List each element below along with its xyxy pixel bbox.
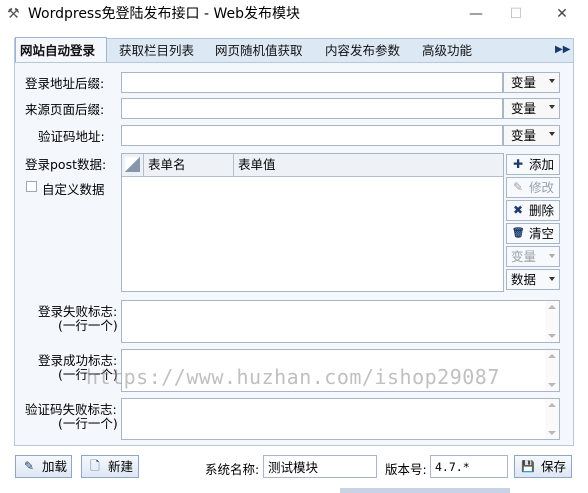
custom-data-label: 自定义数据 [42, 182, 105, 197]
scrollbar[interactable] [545, 350, 559, 391]
combo-label: 变量 [511, 101, 537, 116]
clear-button-label: 清空 [529, 226, 555, 241]
chevron-down-icon [549, 132, 555, 136]
chevron-down-icon [549, 79, 555, 83]
window-bottom-edge [340, 488, 510, 493]
add-button-label: 添加 [529, 157, 555, 172]
title-bar: ⚒ Wordpress免登陆发布接口 - Web发布模块 — ☐ ✕ [0, 0, 588, 30]
captcha-url-label: 验证码地址: [38, 129, 105, 144]
chevron-down-icon [549, 254, 555, 258]
scroll-up-icon[interactable] [548, 403, 556, 407]
tab-publish-params[interactable]: 内容发布参数 [321, 39, 404, 62]
edit-button[interactable]: ✎ 修改 [506, 177, 560, 198]
tab-get-columns[interactable]: 获取栏目列表 [115, 39, 198, 62]
source-suffix-label: 来源页面后缀: [25, 102, 105, 117]
trash-icon: 🗑 [512, 228, 525, 239]
captcha-fail-textarea[interactable] [121, 398, 560, 440]
scroll-up-icon[interactable] [548, 305, 556, 309]
grid-corner-select[interactable] [122, 154, 144, 176]
scroll-down-icon[interactable] [548, 383, 556, 387]
version-input[interactable] [430, 455, 508, 478]
login-suffix-variable-combo[interactable]: 变量 [503, 72, 560, 93]
data-dropdown-button[interactable]: 数据 [506, 269, 560, 290]
data-button-label: 数据 [511, 272, 537, 287]
cross-icon: ✖ [512, 203, 524, 217]
combo-label: 变量 [511, 128, 537, 143]
chevron-down-icon [549, 277, 555, 281]
system-name-label: 系统名称: [205, 462, 260, 477]
new-button[interactable]: 🗋 新建 [81, 455, 139, 478]
post-data-grid[interactable]: 表单名 表单值 [121, 153, 504, 292]
edit-button-label: 修改 [529, 180, 555, 195]
load-button-label: 加载 [42, 459, 68, 474]
save-button-label: 保存 [541, 459, 567, 474]
combo-label: 变量 [511, 75, 537, 90]
tools-icon: ⚒ [7, 6, 20, 22]
custom-data-checkbox[interactable] [26, 181, 37, 192]
load-button[interactable]: ✎ 加载 [15, 455, 72, 478]
captcha-url-variable-combo[interactable]: 变量 [503, 125, 560, 146]
chevron-down-icon [549, 105, 555, 109]
tab-advanced[interactable]: 高级功能 [418, 39, 476, 62]
clear-button[interactable]: 🗑 清空 [506, 223, 560, 244]
variable-button-label: 变量 [511, 249, 537, 264]
login-suffix-label: 登录地址后缀: [25, 76, 105, 91]
window-title: Wordpress免登陆发布接口 - Web发布模块 [28, 6, 300, 22]
grid-col-form-name[interactable]: 表单名 [144, 154, 234, 176]
system-name-input[interactable] [263, 455, 377, 478]
grid-header: 表单名 表单值 [122, 154, 503, 177]
variable-dropdown-button[interactable]: 变量 [506, 246, 560, 267]
scroll-up-icon[interactable] [548, 354, 556, 358]
new-button-label: 新建 [108, 459, 134, 474]
minimize-button[interactable]: — [463, 4, 489, 24]
post-data-label: 登录post数据: [25, 157, 107, 172]
add-button[interactable]: ✚ 添加 [506, 154, 560, 175]
tab-scroll-right-icon[interactable]: ▶▶ [555, 43, 570, 57]
edit-icon: ✎ [23, 459, 35, 473]
save-button[interactable]: 💾 保存 [514, 455, 572, 478]
version-label: 版本号: [385, 462, 427, 477]
delete-button-label: 删除 [529, 203, 555, 218]
source-suffix-variable-combo[interactable]: 变量 [503, 98, 560, 119]
tab-random-values[interactable]: 网页随机值获取 [211, 39, 307, 62]
pencil-icon: ✎ [512, 180, 524, 194]
maximize-button[interactable]: ☐ [503, 4, 529, 24]
login-suffix-input[interactable] [121, 72, 503, 93]
login-fail-hint: (一行一个) [58, 318, 118, 333]
scrollbar[interactable] [545, 399, 559, 439]
save-icon: 💾 [521, 460, 535, 473]
plus-icon: ✚ [512, 157, 524, 171]
scrollbar[interactable] [545, 301, 559, 342]
watermark-text: https://www.huzhan.com/ishop29087 [86, 365, 500, 389]
delete-button[interactable]: ✖ 删除 [506, 200, 560, 221]
tab-auto-login[interactable]: 网站自动登录 [15, 37, 107, 63]
captcha-url-input[interactable] [121, 125, 503, 146]
source-suffix-input[interactable] [121, 98, 503, 119]
tab-bar: 网站自动登录 获取栏目列表 网页随机值获取 内容发布参数 高级功能 ▶▶ [14, 37, 574, 63]
file-icon: 🗋 [90, 459, 100, 473]
scroll-down-icon[interactable] [548, 431, 556, 435]
grid-col-form-value[interactable]: 表单值 [234, 154, 504, 176]
login-fail-textarea[interactable] [121, 300, 560, 343]
scroll-down-icon[interactable] [548, 334, 556, 338]
close-button[interactable]: ✕ [549, 4, 575, 24]
captcha-fail-hint: (一行一个) [58, 416, 118, 431]
